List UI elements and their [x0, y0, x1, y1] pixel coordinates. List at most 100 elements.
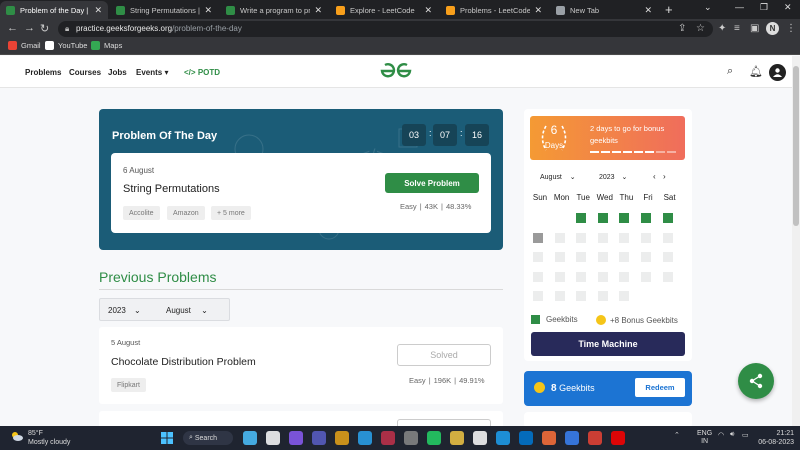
calendar-next-icon[interactable]: ›	[663, 172, 666, 181]
notification-bell-icon[interactable]: 🔔︎	[749, 65, 763, 78]
extensions-icon[interactable]: ✦	[718, 23, 726, 34]
restore-icon[interactable]: ❐	[760, 2, 768, 13]
tag-amazon[interactable]: Amazon	[167, 206, 205, 220]
minimize-icon[interactable]: —	[735, 2, 744, 12]
calendar-day[interactable]	[576, 213, 587, 223]
calendar-day[interactable]	[597, 291, 608, 301]
new-tab-button[interactable]: +	[665, 2, 673, 17]
calendar-day[interactable]	[619, 271, 630, 282]
browser-tab[interactable]: Problems - LeetCode ✕	[440, 1, 548, 19]
calendar-day[interactable]	[533, 232, 543, 243]
calendar-day[interactable]	[533, 271, 543, 282]
chrome-profile-avatar[interactable]: N	[766, 22, 779, 35]
calendar-day[interactable]	[662, 213, 673, 223]
taskbar-clock[interactable]: 21:21 06-08-2023	[754, 429, 794, 447]
close-tab-icon[interactable]: ✕	[204, 5, 212, 16]
browser-tab[interactable]: Write a program to print all✕	[220, 1, 328, 19]
calendar-day[interactable]	[554, 232, 565, 243]
year-select[interactable]: 2023 ⌄	[108, 306, 141, 315]
weather-widget[interactable]: 85°F Mostly cloudy	[10, 429, 70, 447]
calendar-day[interactable]	[619, 213, 630, 223]
calendar-day[interactable]	[641, 271, 651, 282]
nav-problems[interactable]: Problems	[25, 68, 61, 77]
mcafee-icon[interactable]	[381, 431, 395, 445]
bookmark-youtube[interactable]: YouTube	[45, 41, 87, 50]
chrome-menu-icon[interactable]: ⋮	[786, 23, 796, 34]
nav-events[interactable]: Events ▾	[136, 68, 168, 77]
close-tab-icon[interactable]: ✕	[314, 5, 322, 16]
time-machine-button[interactable]: Time Machine	[531, 332, 685, 356]
browser-tab[interactable]: String Permutations | Practi ✕	[110, 1, 218, 19]
previous-problem-name[interactable]: Chocolate Distribution Problem	[111, 356, 256, 368]
scrollbar-thumb[interactable]	[793, 66, 799, 226]
bookmark-gmail[interactable]: Gmail	[8, 41, 41, 50]
sidepanel-icon[interactable]: ▣	[750, 23, 759, 34]
calendar-day[interactable]	[533, 291, 543, 301]
calendar-day[interactable]	[533, 252, 543, 262]
calendar-day[interactable]	[576, 271, 587, 282]
firefox-icon[interactable]	[542, 431, 556, 445]
calendar-day[interactable]	[662, 232, 673, 243]
nav-jobs[interactable]: Jobs	[108, 68, 127, 77]
tag-flipkart[interactable]: Flipkart	[111, 378, 146, 392]
redeem-button[interactable]: Redeem	[635, 378, 685, 397]
calendar-prev-icon[interactable]: ‹	[653, 172, 656, 181]
forward-icon[interactable]: →	[24, 22, 35, 34]
calendar-day[interactable]	[641, 252, 651, 262]
file-explorer-icon[interactable]	[266, 431, 280, 445]
bookmark-maps[interactable]: Maps	[91, 41, 122, 50]
month-select[interactable]: August ⌄	[166, 306, 208, 315]
nav-potd[interactable]: </> POTD	[184, 68, 220, 77]
taskbar-search[interactable]: ⌕ Search	[183, 431, 233, 445]
close-tab-icon[interactable]: ✕	[424, 5, 432, 16]
calendar-day[interactable]	[641, 232, 651, 243]
tag-accolite[interactable]: Accolite	[123, 206, 160, 220]
zoom-icon[interactable]	[312, 431, 326, 445]
calendar-day[interactable]	[619, 291, 630, 301]
search-icon[interactable]: ⌕	[727, 65, 733, 78]
calendar-year-select[interactable]: 2023 ⌄	[599, 173, 627, 181]
browser-tab[interactable]: New Tab ✕	[550, 1, 658, 19]
tray-overflow-icon[interactable]: ⌃	[674, 431, 680, 439]
reload-icon[interactable]: ↻	[40, 22, 49, 35]
windows-start-icon[interactable]	[160, 431, 174, 445]
calendar-day[interactable]	[554, 271, 565, 282]
chrome-icon[interactable]	[588, 431, 602, 445]
calendar-day[interactable]	[554, 252, 565, 262]
gfg-logo[interactable]	[378, 62, 414, 85]
browser-tab[interactable]: Problem of the Day | Geeks ✕	[0, 1, 108, 19]
user-avatar[interactable]	[769, 64, 786, 81]
help-icon[interactable]	[358, 431, 372, 445]
store-icon[interactable]	[335, 431, 349, 445]
calendar-day[interactable]	[641, 213, 651, 223]
github-icon[interactable]	[473, 431, 487, 445]
calendar-day[interactable]	[554, 291, 565, 301]
visual-studio-icon[interactable]	[565, 431, 579, 445]
edge-icon[interactable]	[496, 431, 510, 445]
solved-button[interactable]: Solved	[397, 344, 491, 366]
close-tab-icon[interactable]: ✕	[644, 5, 652, 16]
calendar-day[interactable]	[597, 213, 608, 223]
volume-icon[interactable]: 🔊︎	[730, 431, 734, 439]
tag-more[interactable]: + 5 more	[211, 206, 251, 220]
calendar-day[interactable]	[576, 291, 587, 301]
calendar-day[interactable]	[619, 232, 630, 243]
folder-icon[interactable]	[450, 431, 464, 445]
close-tab-icon[interactable]: ✕	[534, 5, 542, 16]
calendar-day[interactable]	[619, 252, 630, 262]
share-page-icon[interactable]: ⇪	[678, 23, 686, 34]
calendar-day[interactable]	[597, 232, 608, 243]
calendar-day[interactable]	[662, 252, 673, 262]
page-scrollbar[interactable]	[792, 56, 800, 426]
calendar-month-select[interactable]: August ⌄	[540, 173, 576, 181]
wifi-icon[interactable]: ◠	[718, 431, 724, 439]
potd-problem-name[interactable]: String Permutations	[123, 183, 220, 195]
media-icon[interactable]: ≡	[734, 23, 740, 34]
whatsapp-icon[interactable]	[427, 431, 441, 445]
youtube-icon[interactable]	[611, 431, 625, 445]
address-bar[interactable]: 🔒︎ practice.geeksforgeeks.org/problem-of…	[58, 21, 713, 37]
settings-icon[interactable]	[404, 431, 418, 445]
close-tab-icon[interactable]: ✕	[94, 5, 102, 16]
vscode-icon[interactable]	[519, 431, 533, 445]
tab-search-icon[interactable]: ⌄	[704, 2, 712, 13]
